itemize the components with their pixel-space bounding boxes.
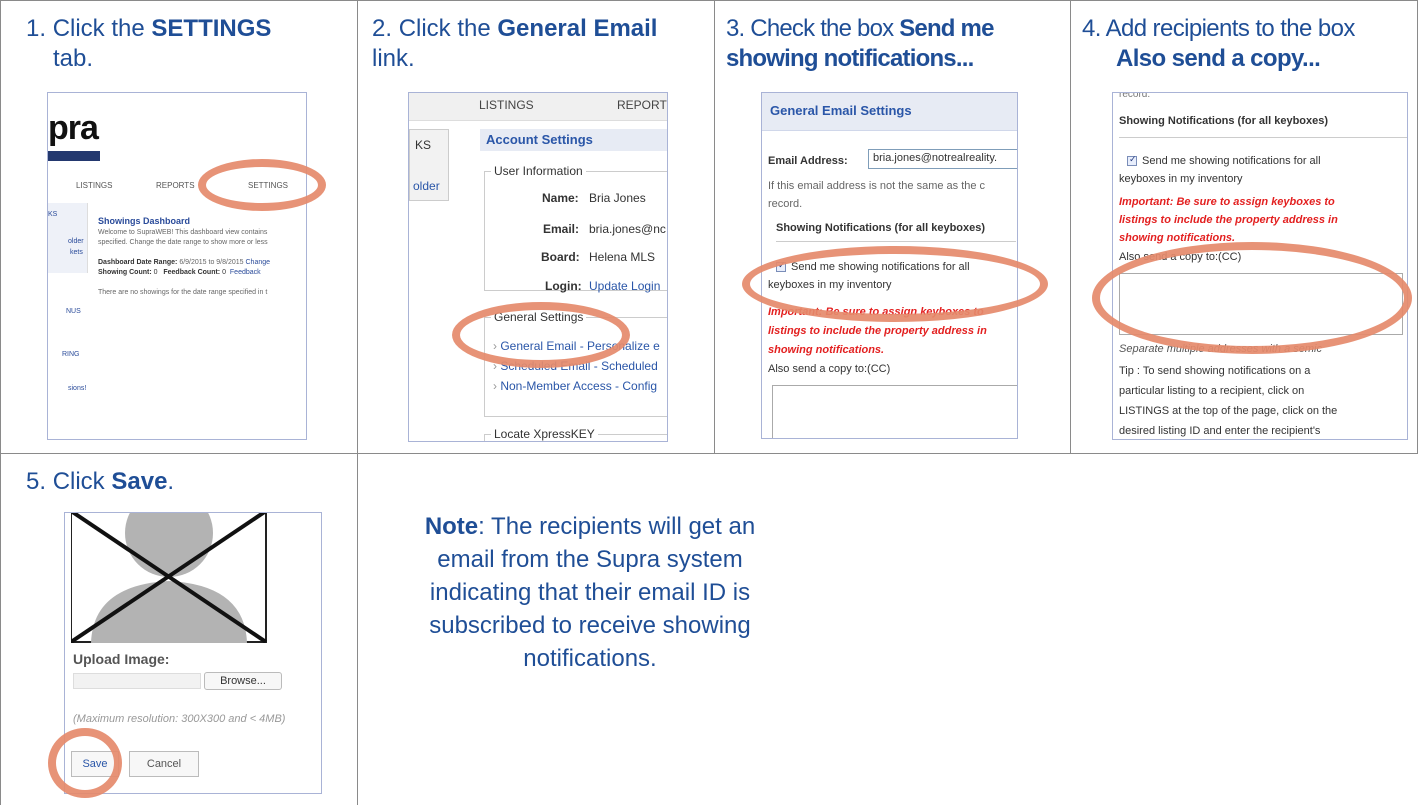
divider (1119, 137, 1407, 138)
screenshot-showing-notifications: record. Showing Notifications (for all k… (1112, 92, 1408, 440)
logo-bar (48, 151, 100, 161)
note-text: Note: The recipients will get an email f… (424, 513, 756, 672)
cancel-button[interactable]: Cancel (129, 751, 199, 777)
dashboard-title: Showings Dashboard (98, 216, 191, 226)
update-login-link[interactable]: Update Login (589, 279, 660, 293)
login-label: Login: (545, 279, 582, 293)
sidebar-item[interactable]: RING (62, 351, 80, 358)
user-info-legend: User Information (491, 164, 586, 178)
no-showings-text: There are no showings for the date range… (98, 289, 268, 296)
sidebar-item[interactable]: older (413, 179, 440, 193)
checkbox-label: keyboxes in my inventory (1119, 173, 1243, 185)
max-resolution-hint: (Maximum resolution: 300X300 and < 4MB) (73, 713, 286, 725)
sidebar-item[interactable]: NUS (66, 308, 81, 315)
file-path-field[interactable] (73, 673, 201, 689)
step-5-title: 5. Click Save. (26, 468, 175, 495)
dashboard-text: specified. Change the date range to show… (98, 239, 268, 246)
showing-notifications-heading: Showing Notifications (for all keyboxes) (776, 222, 986, 234)
grid-divider (357, 0, 358, 805)
send-notifications-checkbox[interactable]: Send me showing notifications for all (776, 260, 970, 273)
checkbox-icon[interactable] (776, 260, 786, 273)
cc-textarea[interactable] (1119, 273, 1403, 335)
sidebar-item[interactable]: older (68, 238, 84, 245)
screenshot-general-email-settings: General Email Settings Email Address: br… (761, 92, 1018, 439)
record-text: record. (1119, 92, 1151, 100)
email-note: record. (768, 198, 803, 210)
step-1-title: 1. Click the SETTINGS tab. (26, 15, 272, 72)
date-range: Dashboard Date Range: 6/9/2015 to 9/8/20… (98, 259, 271, 266)
tip-text: Tip : To send showing notifications on a (1119, 365, 1311, 377)
important-note: Important: Be sure to assign keyboxes to (768, 306, 984, 318)
step-3-title: 3. Check the box Send me showing notific… (726, 15, 994, 72)
sidebar-item[interactable]: KS (415, 138, 431, 152)
non-member-access-item[interactable]: › Non-Member Access - Config (493, 379, 657, 393)
account-settings-header: Account Settings (480, 129, 667, 151)
tip-text: desired listing ID and enter the recipie… (1119, 425, 1321, 437)
important-note: showing notifications. (768, 344, 885, 356)
sidebar-item[interactable]: kets (70, 249, 83, 256)
nav-listings[interactable]: LISTINGS (76, 181, 112, 190)
cc-textarea[interactable] (772, 385, 1017, 438)
name-value: Bria Jones (589, 191, 646, 205)
nav-listings[interactable]: LISTINGS (479, 98, 534, 112)
checkbox-icon[interactable] (1127, 154, 1137, 167)
email-address-field[interactable]: bria.jones@notrealreality. (868, 149, 1017, 169)
upload-image-label: Upload Image: (73, 651, 170, 667)
email-note: If this email address is not the same as… (768, 180, 986, 192)
nav-reports[interactable]: REPORTS (156, 181, 195, 190)
step-2-title: 2. Click the General Email link. (372, 15, 658, 72)
screenshot-settings-tab: pra LISTINGS REPORTS SETTINGS KS older k… (47, 92, 307, 440)
separate-hint: Separate multiple addresses with a semic (1119, 343, 1322, 355)
screenshot-account-settings: LISTINGS REPORT KS older Account Setting… (408, 92, 668, 442)
send-notifications-checkbox[interactable]: Send me showing notifications for all (1127, 154, 1321, 167)
sidebar-item: sions! (68, 385, 87, 392)
tip-text: LISTINGS at the top of the page, click o… (1119, 405, 1338, 417)
showing-notifications-heading: Showing Notifications (for all keyboxes) (1119, 115, 1329, 127)
tip-text: particular listing to a recipient, click… (1119, 385, 1305, 397)
browse-button[interactable]: Browse... (204, 672, 282, 690)
grid-divider (0, 453, 1418, 454)
screenshot-upload-save: Upload Image: Browse... (Maximum resolut… (64, 512, 322, 794)
showing-counts: Showing Count: 0 Feedback Count: 0 Feedb… (98, 269, 261, 276)
instruction-grid: 1. Click the SETTINGS tab. pra LISTINGS … (0, 0, 1418, 805)
nav-settings[interactable]: SETTINGS (248, 181, 288, 190)
cc-label: Also send a copy to:(CC) (768, 363, 891, 375)
locate-legend: Locate XpressKEY (491, 427, 598, 441)
board-label: Board: (541, 250, 580, 264)
important-note: Important: Be sure to assign keyboxes to (1119, 196, 1335, 208)
grid-divider (714, 0, 715, 453)
general-settings-legend: General Settings (491, 310, 587, 324)
important-note: showing notifications. (1119, 232, 1236, 244)
supra-logo: pra (48, 109, 99, 147)
checkbox-label: keyboxes in my inventory (768, 279, 892, 291)
avatar-placeholder-icon (71, 513, 267, 643)
general-email-settings-header: General Email Settings (770, 103, 912, 118)
step-4-title: 4. Add recipients to the box Also send a… (1082, 15, 1355, 72)
sidebar-item[interactable]: KS (48, 211, 57, 218)
grid-divider (1070, 0, 1071, 453)
important-note: listings to include the property address… (768, 325, 987, 337)
email-value: bria.jones@nc (589, 222, 666, 236)
name-label: Name: (542, 191, 579, 205)
board-value: Helena MLS (589, 250, 656, 264)
scheduled-email-item[interactable]: › Scheduled Email - Scheduled (493, 359, 658, 373)
nav-reports[interactable]: REPORT (617, 98, 667, 112)
save-button[interactable]: Save (71, 751, 119, 777)
grid-divider (0, 0, 1, 805)
email-address-label: Email Address: (768, 155, 848, 167)
cc-label: Also send a copy to:(CC) (1119, 251, 1242, 263)
email-label: Email: (543, 222, 580, 236)
general-email-item[interactable]: › General Email - Personalize e (493, 339, 660, 353)
dashboard-text: Welcome to SupraWEB! This dashboard view… (98, 229, 268, 236)
important-note: listings to include the property address… (1119, 214, 1338, 226)
divider (776, 241, 1016, 242)
grid-divider (0, 0, 1418, 1)
